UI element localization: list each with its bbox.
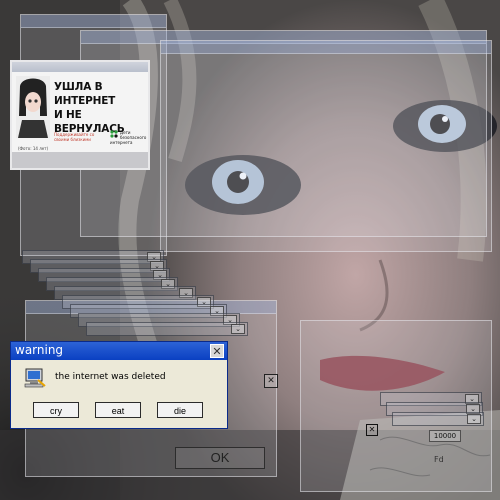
warning-title: warning (15, 343, 64, 357)
cry-button[interactable]: cry (33, 402, 79, 418)
poster-caption: (Фото: 14 лет) (18, 146, 49, 151)
chevron-down-icon[interactable]: ⌄ (467, 414, 481, 424)
anime-girl-illustration (16, 76, 50, 138)
poster-window: УШЛА В ИНТЕРНЕТ И НЕ ВЕРНУЛАСЬ Поддержив… (10, 60, 150, 170)
ghost-window-large (160, 40, 492, 252)
poster-fineprint: Поддерживайте со своими близкими (54, 132, 95, 142)
computer-icon (24, 368, 46, 388)
mirrored-text: Fd (434, 455, 444, 464)
poster-logo: Дети безопасного интернета (110, 130, 148, 145)
eat-button[interactable]: eat (95, 402, 141, 418)
logo-dots-icon (110, 130, 118, 138)
close-button[interactable]: ✕ (210, 344, 224, 358)
warning-dialog: warning ✕ the internet was deleted cry e… (10, 341, 228, 429)
close-icon[interactable]: ✕ (366, 424, 378, 436)
counter-field: 10000 (429, 430, 461, 442)
poster-headline-line1: УШЛА В ИНТЕРНЕТ (54, 81, 116, 107)
warning-message: the internet was deleted (55, 372, 166, 382)
poster-headline: УШЛА В ИНТЕРНЕТ И НЕ ВЕРНУЛАСЬ (54, 80, 148, 136)
close-icon[interactable]: ✕ (264, 374, 278, 388)
cascade-window-9: ⌄ (86, 322, 248, 336)
ghost-ok-button[interactable]: OK (175, 447, 265, 469)
poster-floor (12, 152, 148, 168)
poster-titlebar (12, 62, 148, 72)
die-button[interactable]: die (157, 402, 203, 418)
cascade-window-12: ⌄ (392, 412, 484, 426)
warning-titlebar: warning ✕ (11, 342, 227, 360)
chevron-down-icon[interactable]: ⌄ (231, 324, 245, 334)
